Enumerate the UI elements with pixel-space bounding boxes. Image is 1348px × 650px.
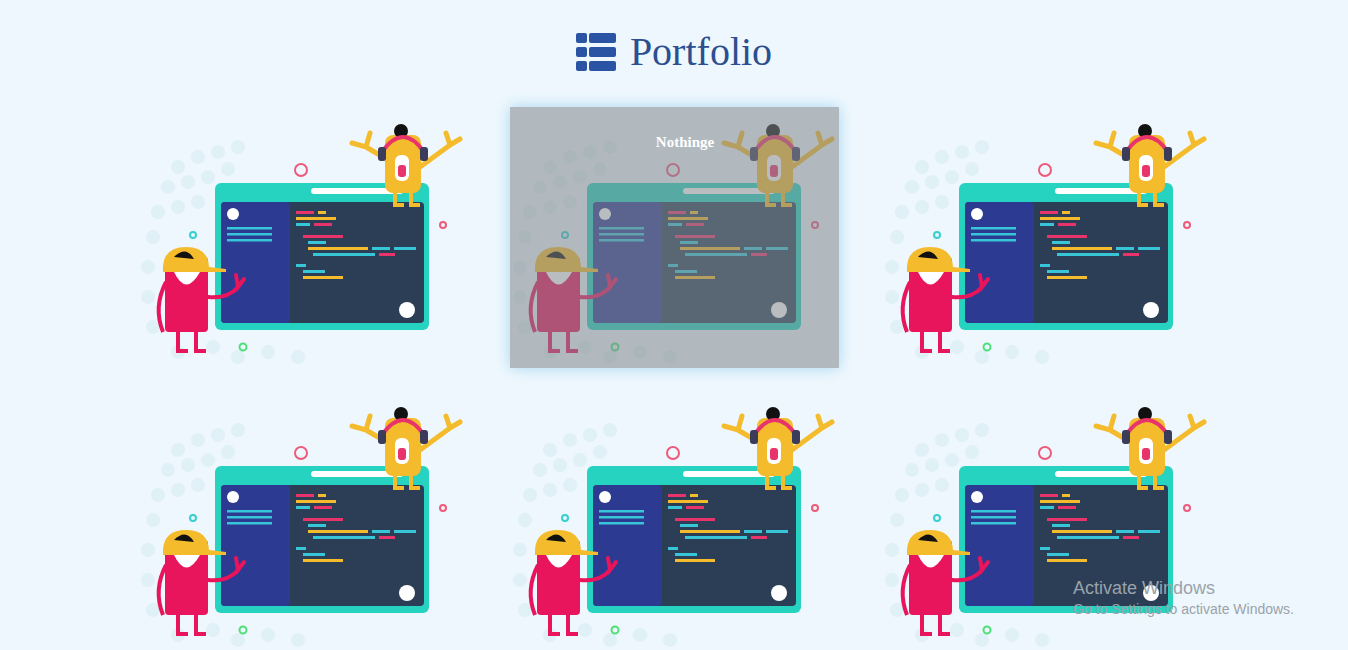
windows-watermark: Activate Windows Go to Settings to activ…: [1073, 577, 1294, 619]
portfolio-page: Portfolio Nothinge: [0, 0, 1348, 650]
coders-illustration-icon: [882, 107, 1211, 368]
coders-illustration-icon: [882, 390, 1211, 650]
watermark-subtitle: Go to Settings to activate Windows.: [1073, 599, 1294, 619]
project-card[interactable]: [882, 390, 1211, 650]
project-grid: Nothinge: [138, 107, 1211, 650]
project-caption: Nothinge: [634, 133, 714, 151]
project-card[interactable]: Nothinge: [510, 107, 839, 368]
coders-illustration-icon: [138, 107, 467, 368]
project-card[interactable]: [882, 107, 1211, 368]
project-card[interactable]: [138, 107, 467, 368]
project-card[interactable]: [138, 390, 467, 650]
project-overlay[interactable]: Nothinge: [510, 107, 839, 368]
project-card[interactable]: [510, 390, 839, 650]
coders-illustration-icon: [510, 390, 839, 650]
coders-illustration-icon: [138, 390, 467, 650]
table-list-icon: [576, 33, 616, 71]
watermark-title: Activate Windows: [1073, 577, 1294, 599]
portfolio-header: Portfolio: [576, 28, 772, 76]
portfolio-title: Portfolio: [630, 32, 772, 72]
